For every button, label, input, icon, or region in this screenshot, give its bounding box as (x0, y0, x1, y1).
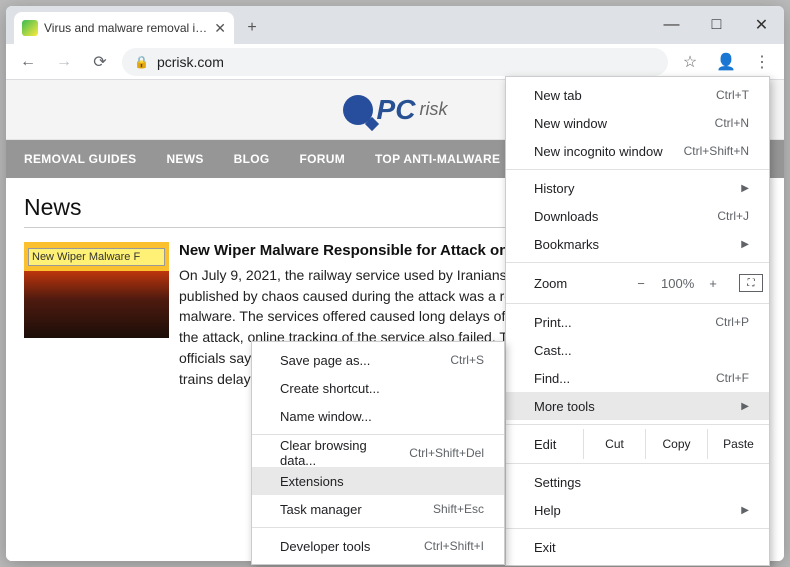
menu-find[interactable]: Find...Ctrl+F (506, 364, 769, 392)
article-thumbnail[interactable]: New Wiper Malware F (24, 242, 169, 338)
menu-bookmarks[interactable]: Bookmarks▶ (506, 230, 769, 258)
menu-separator (506, 303, 769, 304)
toolbar: ← → ⟳ 🔒 pcrisk.com ☆ 👤 ⋮ (6, 44, 784, 80)
chevron-right-icon: ▶ (741, 239, 749, 250)
chevron-right-icon: ▶ (741, 505, 749, 516)
menu-separator (506, 424, 769, 425)
menu-cast[interactable]: Cast... (506, 336, 769, 364)
menu-new-tab[interactable]: New tabCtrl+T (506, 81, 769, 109)
menu-history[interactable]: History▶ (506, 174, 769, 202)
submenu-name-window[interactable]: Name window... (252, 402, 504, 430)
zoom-in-button[interactable]: + (697, 276, 729, 291)
submenu-save-page[interactable]: Save page as...Ctrl+S (252, 346, 504, 374)
logo-text-1: PC (377, 94, 416, 126)
menu-incognito[interactable]: New incognito windowCtrl+Shift+N (506, 137, 769, 165)
menu-separator (506, 463, 769, 464)
menu-separator (252, 434, 504, 435)
menu-separator (252, 527, 504, 528)
minimize-button[interactable]: — (649, 6, 694, 44)
lock-icon: 🔒 (134, 55, 149, 69)
zoom-out-button[interactable]: − (625, 276, 657, 291)
profile-icon[interactable]: 👤 (712, 48, 740, 76)
submenu-extensions[interactable]: Extensions (252, 467, 504, 495)
copy-button[interactable]: Copy (645, 429, 707, 459)
menu-help[interactable]: Help▶ (506, 496, 769, 524)
menu-separator (506, 262, 769, 263)
maximize-button[interactable]: □ (694, 6, 739, 44)
close-window-button[interactable]: ✕ (739, 6, 784, 44)
menu-settings[interactable]: Settings (506, 468, 769, 496)
tab-title: Virus and malware removal instru (44, 21, 208, 35)
submenu-create-shortcut[interactable]: Create shortcut... (252, 374, 504, 402)
nav-news[interactable]: NEWS (166, 152, 203, 166)
bookmark-star-icon[interactable]: ☆ (676, 48, 704, 76)
nav-removal-guides[interactable]: REMOVAL GUIDES (24, 152, 136, 166)
submenu-clear-browsing-data[interactable]: Clear browsing data...Ctrl+Shift+Del (252, 439, 504, 467)
magnifier-icon (343, 95, 373, 125)
paste-button[interactable]: Paste (707, 429, 769, 459)
zoom-label: Zoom (534, 276, 621, 291)
menu-print[interactable]: Print...Ctrl+P (506, 308, 769, 336)
edit-label: Edit (534, 437, 583, 452)
menu-exit[interactable]: Exit (506, 533, 769, 561)
cut-button[interactable]: Cut (583, 429, 645, 459)
new-tab-button[interactable]: + (238, 12, 266, 44)
menu-zoom-row: Zoom − 100% + (506, 267, 769, 299)
thumbnail-caption: New Wiper Malware F (28, 248, 165, 266)
window-controls: — □ ✕ (649, 6, 784, 44)
nav-top-antimalware[interactable]: TOP ANTI-MALWARE (375, 152, 500, 166)
close-tab-icon[interactable]: ✕ (214, 20, 226, 37)
chevron-right-icon: ▶ (741, 183, 749, 194)
menu-separator (506, 169, 769, 170)
chrome-main-menu: New tabCtrl+T New windowCtrl+N New incog… (505, 76, 770, 566)
forward-button[interactable]: → (50, 48, 78, 76)
browser-tab[interactable]: Virus and malware removal instru ✕ (14, 12, 234, 44)
back-button[interactable]: ← (14, 48, 42, 76)
menu-separator (506, 528, 769, 529)
address-bar[interactable]: 🔒 pcrisk.com (122, 48, 668, 76)
favicon (22, 20, 38, 36)
menu-more-tools[interactable]: More tools▶ (506, 392, 769, 420)
menu-downloads[interactable]: DownloadsCtrl+J (506, 202, 769, 230)
logo-text-2: risk (419, 99, 447, 120)
submenu-developer-tools[interactable]: Developer toolsCtrl+Shift+I (252, 532, 504, 560)
chevron-right-icon: ▶ (741, 401, 749, 412)
titlebar: Virus and malware removal instru ✕ + — □… (6, 6, 784, 44)
zoom-percent: 100% (661, 276, 693, 291)
menu-edit-row: Edit Cut Copy Paste (506, 429, 769, 459)
nav-blog[interactable]: BLOG (234, 152, 270, 166)
site-logo[interactable]: PC risk (343, 94, 448, 126)
nav-forum[interactable]: FORUM (300, 152, 346, 166)
reload-button[interactable]: ⟳ (86, 48, 114, 76)
url-text: pcrisk.com (157, 54, 224, 70)
more-tools-submenu: Save page as...Ctrl+S Create shortcut...… (251, 341, 505, 565)
chrome-menu-button[interactable]: ⋮ (748, 48, 776, 76)
submenu-task-manager[interactable]: Task managerShift+Esc (252, 495, 504, 523)
menu-new-window[interactable]: New windowCtrl+N (506, 109, 769, 137)
fullscreen-icon[interactable] (739, 274, 763, 292)
